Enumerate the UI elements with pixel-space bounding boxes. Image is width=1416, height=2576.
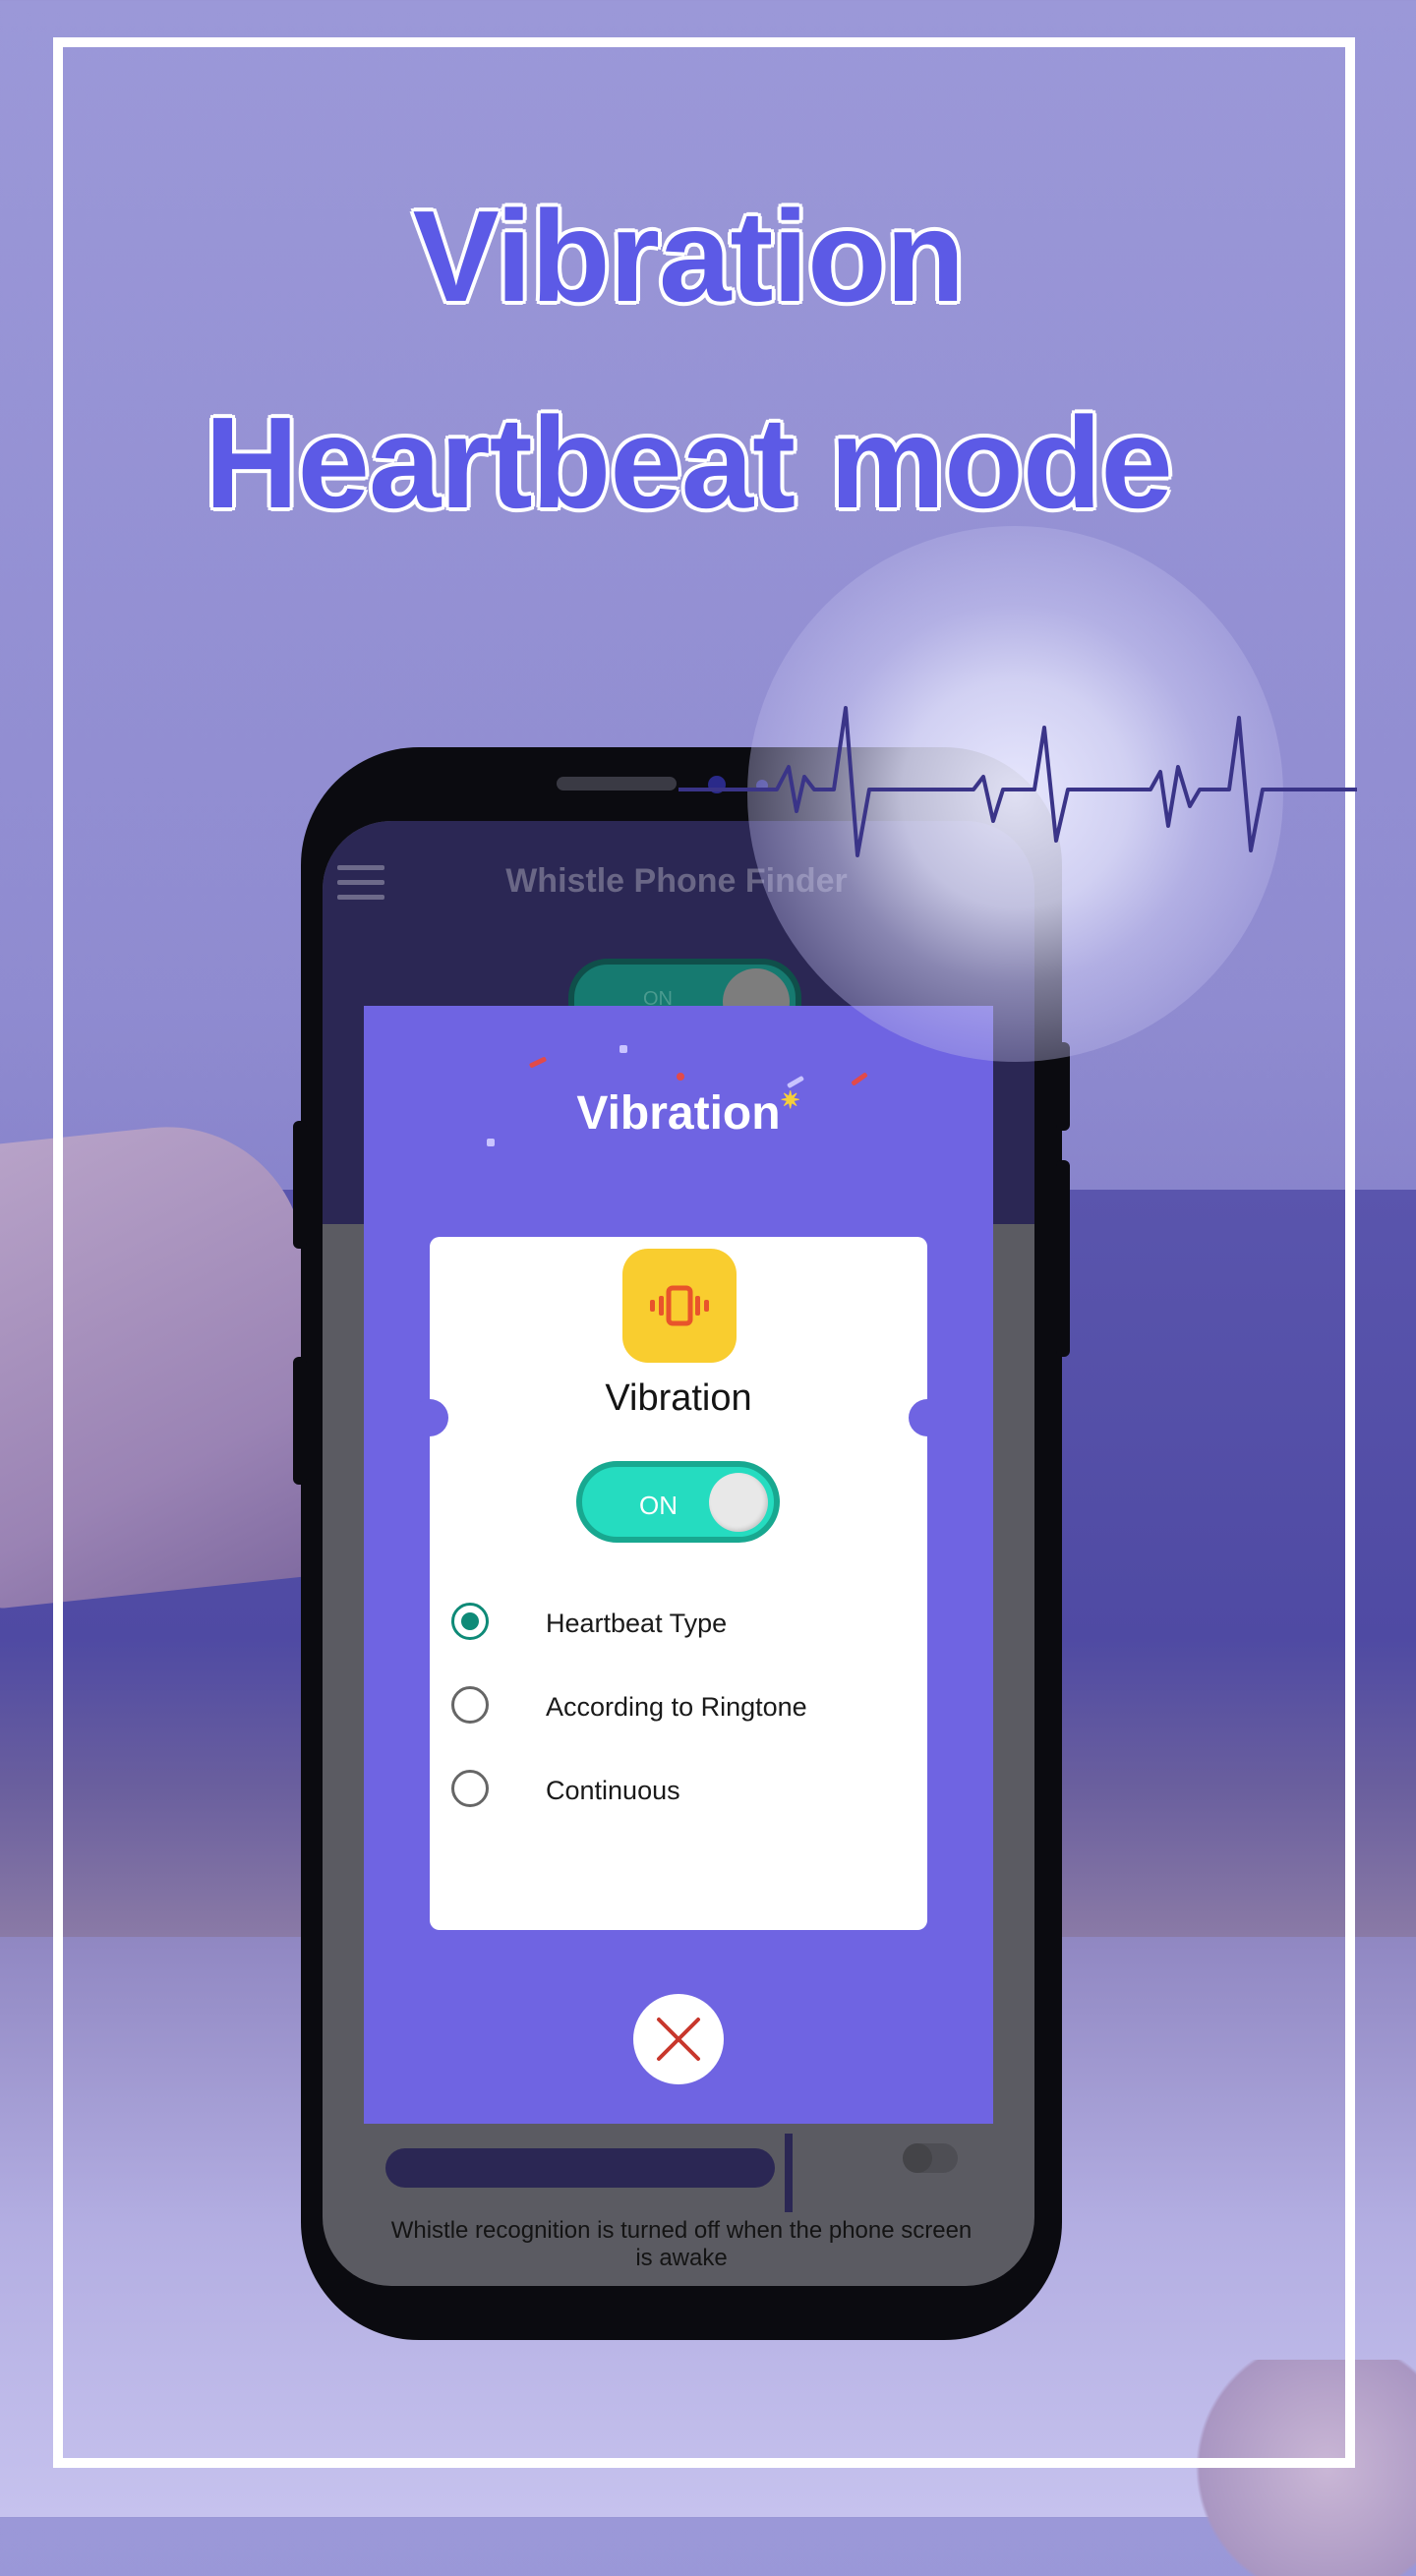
radio-continuous[interactable] (451, 1770, 489, 1807)
phone-volume-button-2 (293, 1357, 307, 1485)
vibration-card: Vibration ON Heartbeat Type According to… (411, 1237, 946, 1930)
dialog-title-text: Vibration (576, 1087, 781, 1140)
option-continuous[interactable]: Continuous (451, 1770, 914, 1813)
vibration-toggle[interactable]: ON (576, 1461, 780, 1543)
close-icon (657, 2018, 700, 2061)
confetti (620, 1045, 627, 1053)
footnote-text: Whistle recognition is turned off when t… (390, 2217, 973, 2271)
phone-speaker (557, 777, 677, 790)
dialog-title: Vibration ✷ (364, 1086, 993, 1141)
phone-side-button (1056, 1160, 1070, 1357)
vibration-toggle-label: ON (639, 1491, 678, 1520)
confetti (677, 1073, 684, 1081)
phone-volume-button (293, 1121, 307, 1249)
confetti (528, 1056, 548, 1069)
option-label: According to Ringtone (546, 1692, 807, 1722)
option-label: Continuous (546, 1776, 680, 1805)
option-label: Heartbeat Type (546, 1609, 728, 1638)
radio-according-to-ringtone[interactable] (451, 1686, 489, 1724)
bottom-bar (385, 2148, 775, 2188)
option-according-to-ringtone[interactable]: According to Ringtone (451, 1686, 914, 1729)
card-title: Vibration (605, 1377, 752, 1419)
confetti (851, 1072, 868, 1086)
vibration-dialog: Vibration ✷ Vibration ON Heartbeat Type … (364, 1006, 993, 2124)
hamburger-menu-icon[interactable] (337, 865, 384, 901)
close-button[interactable] (633, 1994, 724, 2084)
heartbeat-line-icon (678, 706, 1357, 857)
headline-line1: Vibration (412, 184, 966, 328)
bottom-divider (785, 2134, 793, 2212)
option-heartbeat-type[interactable]: Heartbeat Type (451, 1603, 914, 1646)
phone-vibrate-icon (622, 1249, 737, 1363)
radio-heartbeat-type[interactable] (451, 1603, 489, 1640)
sparkle-icon: ✷ (780, 1087, 800, 1114)
screen-awake-toggle[interactable] (903, 2143, 958, 2173)
headline-line2: Heartbeat mode (205, 390, 1173, 535)
vibration-toggle-knob (709, 1473, 768, 1532)
